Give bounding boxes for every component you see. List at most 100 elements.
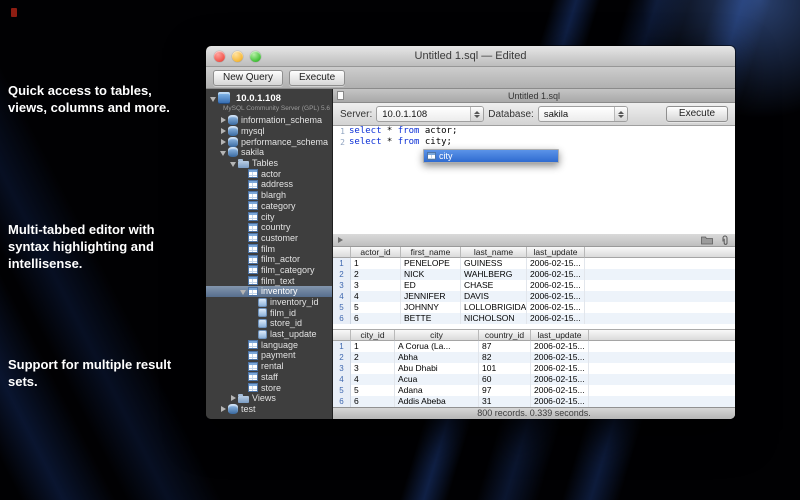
tree-item-mysql[interactable]: mysql: [206, 126, 332, 137]
table-cell-filler: [589, 385, 735, 396]
column-header[interactable]: city_id: [351, 330, 395, 341]
tree-item-inventory[interactable]: inventory: [206, 286, 332, 297]
tree-item-city[interactable]: city: [206, 211, 332, 222]
table-row[interactable]: 44Acua602006-02-15...: [333, 374, 735, 385]
execute-query-button[interactable]: Execute: [666, 106, 728, 122]
tree-item-staff[interactable]: staff: [206, 372, 332, 383]
new-query-button[interactable]: New Query: [213, 70, 283, 86]
sql-editor[interactable]: 1select * from actor;2select * from city…: [333, 126, 735, 234]
table-cell: 2006-02-15...: [531, 363, 589, 374]
table-row[interactable]: 44JENNIFERDAVIS2006-02-15...: [333, 291, 735, 302]
tree-item-blargh[interactable]: blargh: [206, 190, 332, 201]
tree-item-performance_schema[interactable]: performance_schema: [206, 136, 332, 147]
paperclip-icon[interactable]: [720, 235, 730, 246]
table-cell: 2006-02-15...: [531, 385, 589, 396]
tree-item-test[interactable]: test: [206, 404, 332, 415]
table-cell: 3: [351, 280, 401, 291]
tree-item-film_actor[interactable]: film_actor: [206, 254, 332, 265]
editor-line[interactable]: 2select * from city;: [333, 137, 735, 148]
tree-indent-spacer: [239, 383, 248, 392]
table-row[interactable]: 33Abu Dhabi1012006-02-15...: [333, 363, 735, 374]
column-header[interactable]: actor_id: [351, 247, 401, 258]
results-expand-triangle-icon[interactable]: [338, 237, 343, 243]
tree-item-country[interactable]: country: [206, 222, 332, 233]
table-icon: [248, 351, 258, 360]
column-header[interactable]: city: [395, 330, 479, 341]
row-number: 5: [333, 302, 351, 313]
column-header[interactable]: last_name: [461, 247, 527, 258]
toolbar-execute-button[interactable]: Execute: [289, 70, 345, 86]
tree-item-label: city: [261, 212, 275, 222]
tree-item-information_schema[interactable]: information_schema: [206, 115, 332, 126]
disclosure-expanded-icon[interactable]: [219, 148, 228, 157]
tree-item-last_update[interactable]: last_update: [206, 329, 332, 340]
disclosure-collapsed-icon[interactable]: [219, 116, 228, 125]
table-row[interactable]: 33EDCHASE2006-02-15...: [333, 280, 735, 291]
disclosure-expanded-icon[interactable]: [239, 287, 248, 296]
table-row[interactable]: 55Adana972006-02-15...: [333, 385, 735, 396]
table-cell: A Corua (La...: [395, 341, 479, 352]
database-dropdown[interactable]: sakila: [538, 106, 628, 122]
disclosure-collapsed-icon[interactable]: [219, 137, 228, 146]
code-token: select: [349, 137, 382, 148]
tree-item-store[interactable]: store: [206, 382, 332, 393]
server-dropdown-value: 10.0.1.108: [382, 109, 468, 120]
tree-item-film_category[interactable]: film_category: [206, 265, 332, 276]
tree-item-film[interactable]: film: [206, 243, 332, 254]
tree-item-Views[interactable]: Views: [206, 393, 332, 404]
disclosure-expanded-icon[interactable]: [229, 159, 238, 168]
tree-item-Tables[interactable]: Tables: [206, 158, 332, 169]
tree-item-payment[interactable]: payment: [206, 350, 332, 361]
table-row[interactable]: 22NICKWAHLBERG2006-02-15...: [333, 269, 735, 280]
tree-indent-spacer: [239, 233, 248, 242]
tree-item-label: rental: [261, 361, 284, 371]
table-cell: 6: [351, 396, 395, 407]
table-cell: 2006-02-15...: [527, 313, 585, 324]
disclosure-collapsed-icon[interactable]: [219, 404, 228, 413]
tree-item-category[interactable]: category: [206, 201, 332, 212]
tree-item-label: actor: [261, 169, 281, 179]
tree-item-inventory_id[interactable]: inventory_id: [206, 297, 332, 308]
tree-item-customer[interactable]: customer: [206, 233, 332, 244]
tree-indent-spacer: [239, 169, 248, 178]
tree-item-sakila[interactable]: sakila: [206, 147, 332, 158]
table-cell: Acua: [395, 374, 479, 385]
tree-item-label: staff: [261, 372, 278, 382]
column-header[interactable]: first_name: [401, 247, 461, 258]
table-cell: 2006-02-15...: [531, 374, 589, 385]
disclosure-collapsed-icon[interactable]: [229, 394, 238, 403]
table-row[interactable]: 11PENELOPEGUINESS2006-02-15...: [333, 258, 735, 269]
tree-item-store_id[interactable]: store_id: [206, 318, 332, 329]
row-number: 3: [333, 280, 351, 291]
db-icon: [228, 115, 238, 125]
table-row[interactable]: 66Addis Abeba312006-02-15...: [333, 396, 735, 407]
tree-item-film_text[interactable]: film_text: [206, 275, 332, 286]
disclosure-collapsed-icon[interactable]: [219, 127, 228, 136]
column-header[interactable]: last_update: [527, 247, 585, 258]
tree-indent-spacer: [239, 265, 248, 274]
table-row[interactable]: 55JOHNNYLOLLOBRIGIDA2006-02-15...: [333, 302, 735, 313]
tree-item-address[interactable]: address: [206, 179, 332, 190]
tab-title[interactable]: Untitled 1.sql: [333, 91, 735, 101]
window-titlebar[interactable]: Untitled 1.sql — Edited: [206, 46, 735, 67]
table-cell: 5: [351, 385, 395, 396]
autocomplete-item[interactable]: city: [424, 150, 558, 162]
tree-item-language[interactable]: language: [206, 339, 332, 350]
folder-icon[interactable]: [701, 236, 713, 245]
editor-line[interactable]: 1select * from actor;: [333, 126, 735, 137]
tree-item-actor[interactable]: actor: [206, 168, 332, 179]
tree-item-film_id[interactable]: film_id: [206, 307, 332, 318]
table-cell-filler: [585, 258, 735, 269]
column-header[interactable]: country_id: [479, 330, 531, 341]
tree-item-label: test: [241, 404, 256, 414]
table-row[interactable]: 22Abha822006-02-15...: [333, 352, 735, 363]
server-dropdown[interactable]: 10.0.1.108: [376, 106, 484, 122]
column-header[interactable]: last_update: [531, 330, 589, 341]
table-row[interactable]: 66BETTENICHOLSON2006-02-15...: [333, 313, 735, 324]
tree-item-label: sakila: [241, 147, 264, 157]
table-cell-filler: [589, 374, 735, 385]
tree-item-rental[interactable]: rental: [206, 361, 332, 372]
disclosure-expanded-icon[interactable]: [209, 94, 218, 103]
server-tree-header[interactable]: 10.0.1.108 MySQL Community Server (GPL) …: [206, 89, 332, 113]
table-row[interactable]: 11A Corua (La...872006-02-15...: [333, 341, 735, 352]
